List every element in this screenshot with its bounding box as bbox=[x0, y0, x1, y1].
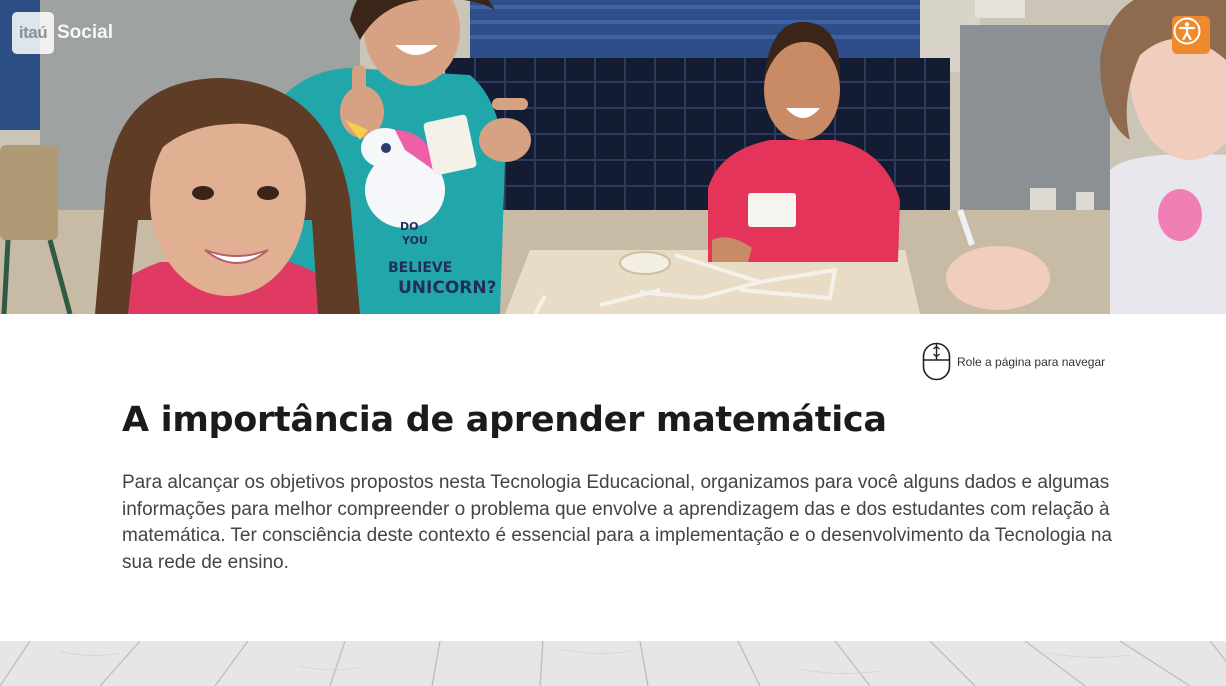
page-title: A importância de aprender matemática bbox=[122, 400, 887, 440]
logo-text: Social bbox=[57, 22, 113, 43]
shirt-text-unicorn: UNICORN? bbox=[398, 278, 496, 298]
mouse-scroll-icon bbox=[922, 342, 951, 381]
hero-illustration: DO YOU BELIEVE UNICORN? bbox=[0, 0, 1226, 314]
shirt-text-do: DO bbox=[400, 220, 418, 233]
scroll-hint: Role a página para navegar bbox=[922, 342, 1105, 381]
accessibility-button[interactable] bbox=[1172, 16, 1210, 54]
scroll-hint-label: Role a página para navegar bbox=[957, 354, 1106, 369]
shirt-text-you: YOU bbox=[401, 234, 428, 247]
shirt-text-believe: BELIEVE bbox=[388, 260, 452, 276]
decorative-wood-floor bbox=[0, 641, 1226, 686]
intro-paragraph: Para alcançar os objetivos propostos nes… bbox=[122, 472, 1112, 573]
accessibility-icon bbox=[1173, 17, 1201, 45]
logo-mark-text: itaú bbox=[18, 23, 48, 42]
brand-logo[interactable]: itaú Social bbox=[12, 12, 113, 54]
hero-photo: DO YOU BELIEVE UNICORN? itaú Social bbox=[0, 0, 1226, 314]
logo-mark: itaú bbox=[12, 12, 54, 54]
wood-texture bbox=[0, 641, 1226, 686]
